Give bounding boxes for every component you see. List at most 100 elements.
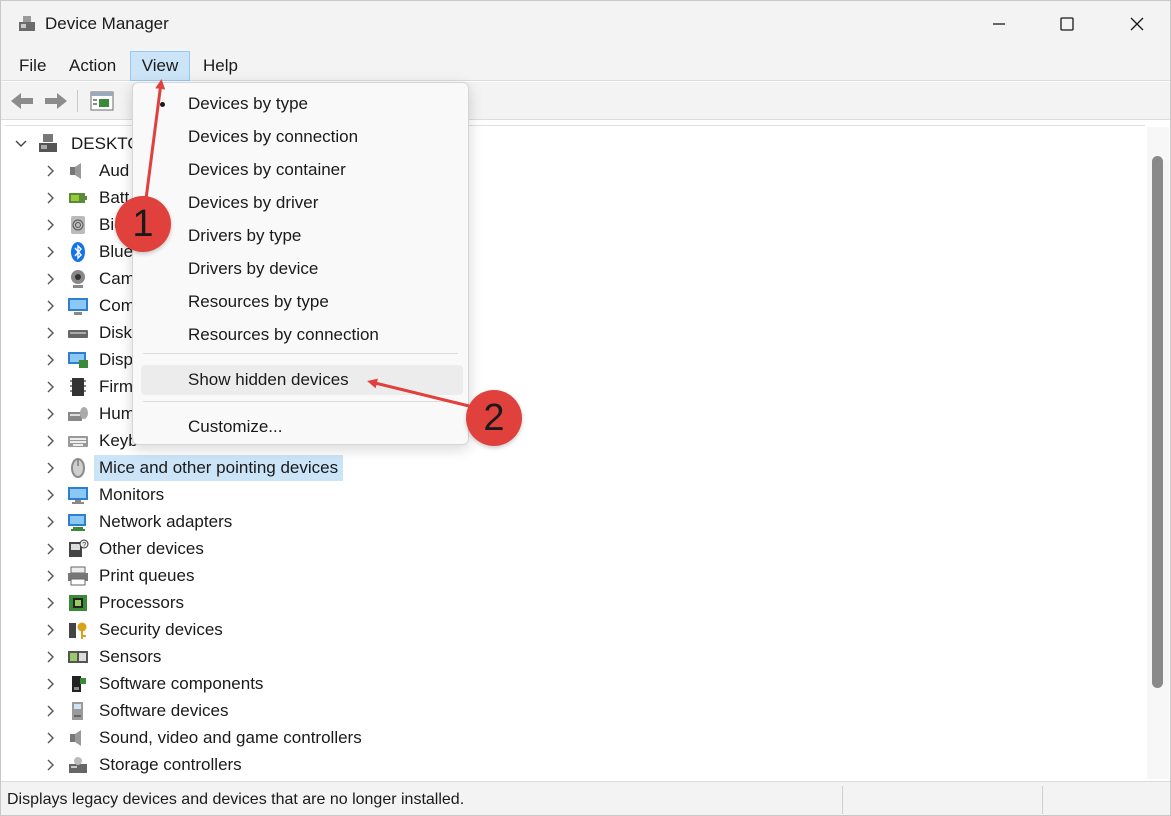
- chevron-right-icon[interactable]: [45, 482, 57, 508]
- speaker-icon: [70, 730, 81, 746]
- forward-button[interactable]: [41, 87, 71, 115]
- tree-category-label: Firm: [99, 377, 133, 396]
- chevron-right-icon[interactable]: [45, 671, 57, 697]
- chevron-right-icon[interactable]: [45, 158, 57, 184]
- tree-category[interactable]: Mice and other pointing devices: [5, 455, 505, 481]
- chevron-right-icon[interactable]: [45, 725, 57, 751]
- view-menu-item-label: Devices by container: [188, 160, 346, 179]
- view-menu-item[interactable]: Devices by connection: [141, 122, 463, 152]
- firmware-icon: [70, 378, 86, 396]
- tree-category-label: Software devices: [99, 701, 229, 720]
- tree-category[interactable]: ? Other devices: [5, 536, 505, 562]
- network-icon: [68, 514, 86, 531]
- scrollbar-thumb[interactable]: [1152, 156, 1163, 688]
- chevron-right-icon[interactable]: [45, 752, 57, 778]
- chevron-right-icon[interactable]: [45, 293, 57, 319]
- tree-category-label: Disp: [99, 350, 134, 369]
- view-menu-item-label: Resources by connection: [188, 325, 379, 344]
- chevron-right-icon[interactable]: [45, 590, 57, 616]
- tree-category[interactable]: Software devices: [5, 698, 505, 724]
- tree-category-label: Aud: [99, 161, 130, 180]
- computer-icon: [68, 298, 88, 315]
- maximize-icon: [1060, 17, 1074, 31]
- chevron-right-icon[interactable]: [45, 455, 57, 481]
- menu-file[interactable]: File: [11, 51, 54, 81]
- cpu-icon: [69, 595, 87, 611]
- chevron-right-icon[interactable]: [45, 698, 57, 724]
- chevron-right-icon[interactable]: [45, 509, 57, 535]
- tree-category-label: Security devices: [99, 620, 223, 639]
- tree-category-label: Storage controllers: [99, 755, 242, 774]
- tree-category-label: Cam: [99, 269, 135, 288]
- tree-category[interactable]: Print queues: [5, 563, 505, 589]
- show-hidden-devices-item[interactable]: Show hidden devices: [141, 365, 463, 395]
- chevron-right-icon[interactable]: [45, 644, 57, 670]
- tree-category-label: Com: [99, 296, 135, 315]
- chevron-right-icon[interactable]: [45, 212, 57, 238]
- customize-item[interactable]: Customize...: [141, 412, 463, 442]
- tree-root-label: DESKTO: [71, 134, 141, 153]
- tree-category-label: Sensors: [99, 647, 162, 666]
- chevron-right-icon[interactable]: [45, 536, 57, 562]
- fingerprint-icon: [71, 216, 85, 234]
- tree-category[interactable]: Monitors: [5, 482, 505, 508]
- tree-category-label: Mice and other pointing devices: [94, 455, 344, 481]
- chevron-right-icon[interactable]: [45, 239, 57, 265]
- chevron-right-icon[interactable]: [45, 320, 57, 346]
- view-menu-item[interactable]: Resources by type: [141, 287, 463, 317]
- chevron-right-icon[interactable]: [45, 428, 57, 454]
- battery-icon: [69, 193, 87, 203]
- chevron-down-icon[interactable]: [15, 131, 27, 157]
- sensor-icon: [68, 651, 88, 663]
- back-button[interactable]: [7, 87, 37, 115]
- keyboard-icon: [68, 436, 88, 447]
- show-hidden-devices-label: Show hidden devices: [188, 370, 349, 389]
- menu-separator: [143, 353, 458, 354]
- view-menu-item[interactable]: Devices by driver: [141, 188, 463, 218]
- properties-button[interactable]: [87, 87, 117, 115]
- tree-category[interactable]: Software components: [5, 671, 505, 697]
- tree-category[interactable]: Storage controllers: [5, 752, 505, 778]
- menu-action[interactable]: Action: [61, 51, 124, 81]
- status-text: Displays legacy devices and devices that…: [7, 791, 465, 808]
- view-menu-item-label: Resources by type: [188, 292, 329, 311]
- tree-category-label: Hum: [99, 404, 135, 423]
- printer-icon: [68, 566, 88, 586]
- back-arrow-icon: [11, 93, 33, 109]
- tree-category[interactable]: Sound, video and game controllers: [5, 725, 505, 751]
- tree-category-label: Sound, video and game controllers: [99, 728, 362, 747]
- computer-root-icon: [39, 134, 57, 152]
- chevron-right-icon[interactable]: [45, 347, 57, 373]
- forward-arrow-icon: [45, 93, 67, 109]
- status-divider: [842, 786, 843, 814]
- view-dropdown-menu: Devices by type Devices by connection Devi…: [132, 82, 469, 445]
- tree-category[interactable]: Sensors: [5, 644, 505, 670]
- maximize-button[interactable]: [1034, 1, 1100, 47]
- view-menu-item-label: Drivers by device: [188, 259, 319, 278]
- view-menu-item[interactable]: Devices by container: [141, 155, 463, 185]
- menu-help[interactable]: Help: [195, 51, 246, 81]
- view-menu-item[interactable]: Drivers by type: [141, 221, 463, 251]
- close-button[interactable]: [1104, 1, 1170, 47]
- chevron-right-icon[interactable]: [45, 563, 57, 589]
- status-bar: Displays legacy devices and devices that…: [1, 781, 1170, 815]
- security-key-icon: [69, 622, 87, 639]
- chevron-right-icon[interactable]: [45, 185, 57, 211]
- chevron-right-icon[interactable]: [45, 374, 57, 400]
- display-adapter-icon: [68, 352, 88, 368]
- view-menu-item[interactable]: Resources by connection: [141, 320, 463, 350]
- minimize-button[interactable]: [966, 1, 1032, 47]
- tree-category[interactable]: Security devices: [5, 617, 505, 643]
- tree-category[interactable]: Network adapters: [5, 509, 505, 535]
- chevron-right-icon[interactable]: [45, 266, 57, 292]
- storage-controller-icon: [69, 757, 87, 773]
- device-manager-window: Device Manager File Action View Help DES…: [0, 0, 1171, 816]
- chevron-right-icon[interactable]: [45, 617, 57, 643]
- chevron-right-icon[interactable]: [45, 401, 57, 427]
- view-menu-item[interactable]: Drivers by device: [141, 254, 463, 284]
- tree-category-label: Software components: [99, 674, 264, 693]
- annotation-badge-1: 1: [115, 196, 171, 252]
- view-menu-item[interactable]: Devices by type: [141, 89, 463, 119]
- tree-category[interactable]: Processors: [5, 590, 505, 616]
- menu-view[interactable]: View: [130, 51, 190, 81]
